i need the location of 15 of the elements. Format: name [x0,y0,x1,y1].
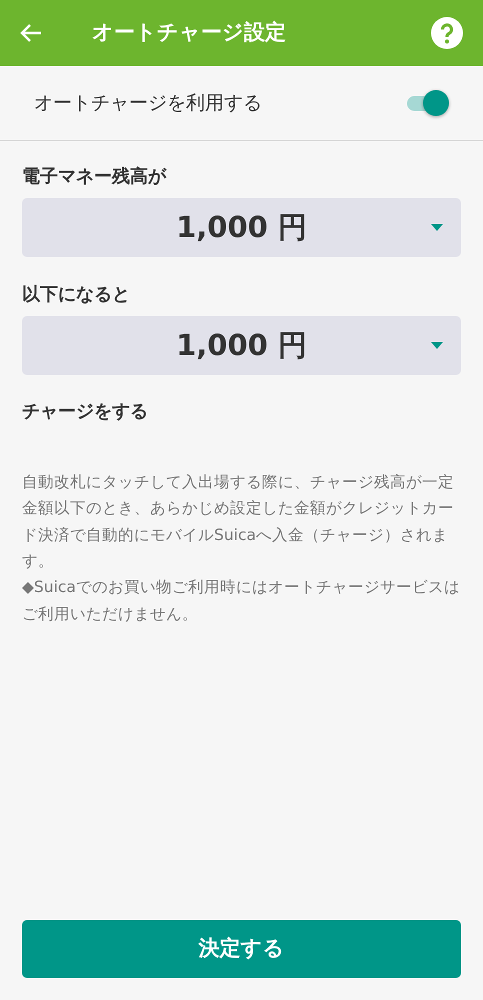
dropdown[interactable]: 1,000 円 [22,198,461,257]
caret-icon [431,342,443,349]
back-icon[interactable] [20,23,42,43]
note-text: 自動改札にタッチして入出場する際に、チャージ残高が一定金額以下のとき、あらかじめ設定した金額がクレジットカード決済で自動的にモバイルSuicaへ入金（チャージ）されます。 [22,472,455,572]
toggle-switch[interactable] [407,88,449,118]
submit-button[interactable]: 決定する [22,920,461,978]
screen-title: オートチャージ設定 [92,19,286,46]
field-label: チャージをする [22,400,149,424]
caret-icon [431,224,443,231]
field-label: 電子マネー残高が [22,165,168,189]
field-label: 以下になると [22,283,131,307]
dropdown[interactable]: 1,000 円 [22,316,461,375]
note-text: ◆Suicaでのお買い物ご利用時にはオートチャージサービスはご利用いただけません。 [22,577,461,625]
help-icon[interactable] [431,17,463,49]
toggle-label: オートチャージを利用する [34,90,262,116]
